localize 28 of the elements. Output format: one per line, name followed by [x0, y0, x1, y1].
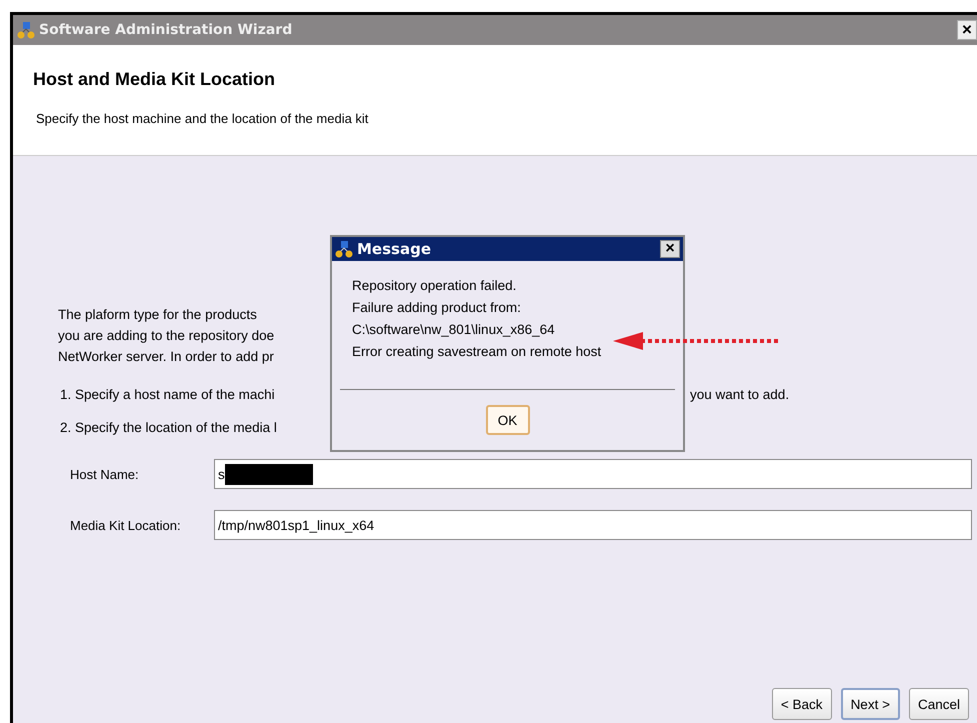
- description-line: The plaform type for the products: [58, 306, 258, 324]
- ok-button[interactable]: OK: [486, 405, 530, 435]
- field-value: s: [218, 466, 225, 482]
- window-title: Software Administration Wizard: [39, 22, 294, 38]
- wizard-button[interactable]: Next >: [840, 688, 900, 720]
- input-field[interactable]: s: [214, 459, 972, 489]
- page-subtitle: Specify the host machine and the location of the media kit: [35, 111, 370, 126]
- field-value: /tmp/nw801sp1_linux_x64: [218, 518, 374, 532]
- close-button[interactable]: ×: [957, 20, 977, 40]
- network-icon: [17, 21, 35, 39]
- description-line: you are adding to the repository doe: [58, 327, 276, 345]
- message-line: C:\software\nw_801\linux_x86_64: [352, 321, 556, 339]
- field-label: Host Name:: [70, 466, 140, 482]
- description-line: NetWorker server. In order to add pr: [58, 348, 275, 366]
- close-button[interactable]: ×: [660, 240, 680, 258]
- page-title: Host and Media Kit Location: [33, 69, 276, 90]
- network-icon: [335, 240, 353, 258]
- instruction-step: 1. Specify a host name of the machi: [60, 386, 275, 402]
- instruction-step-end: you want to add.: [690, 387, 790, 402]
- input-field[interactable]: /tmp/nw801sp1_linux_x64: [214, 510, 972, 540]
- message-line: Failure adding product from:: [352, 299, 522, 317]
- message-line: Repository operation failed.: [352, 277, 518, 295]
- field-label: Media Kit Location:: [70, 518, 182, 532]
- instruction-step: 2. Specify the location of the media l: [60, 420, 277, 434]
- message-line: Error creating savestream on remote host: [352, 343, 602, 361]
- dialog-title: Message: [357, 240, 432, 258]
- wizard-button[interactable]: Cancel: [908, 688, 969, 720]
- wizard-button[interactable]: < Back: [772, 688, 832, 720]
